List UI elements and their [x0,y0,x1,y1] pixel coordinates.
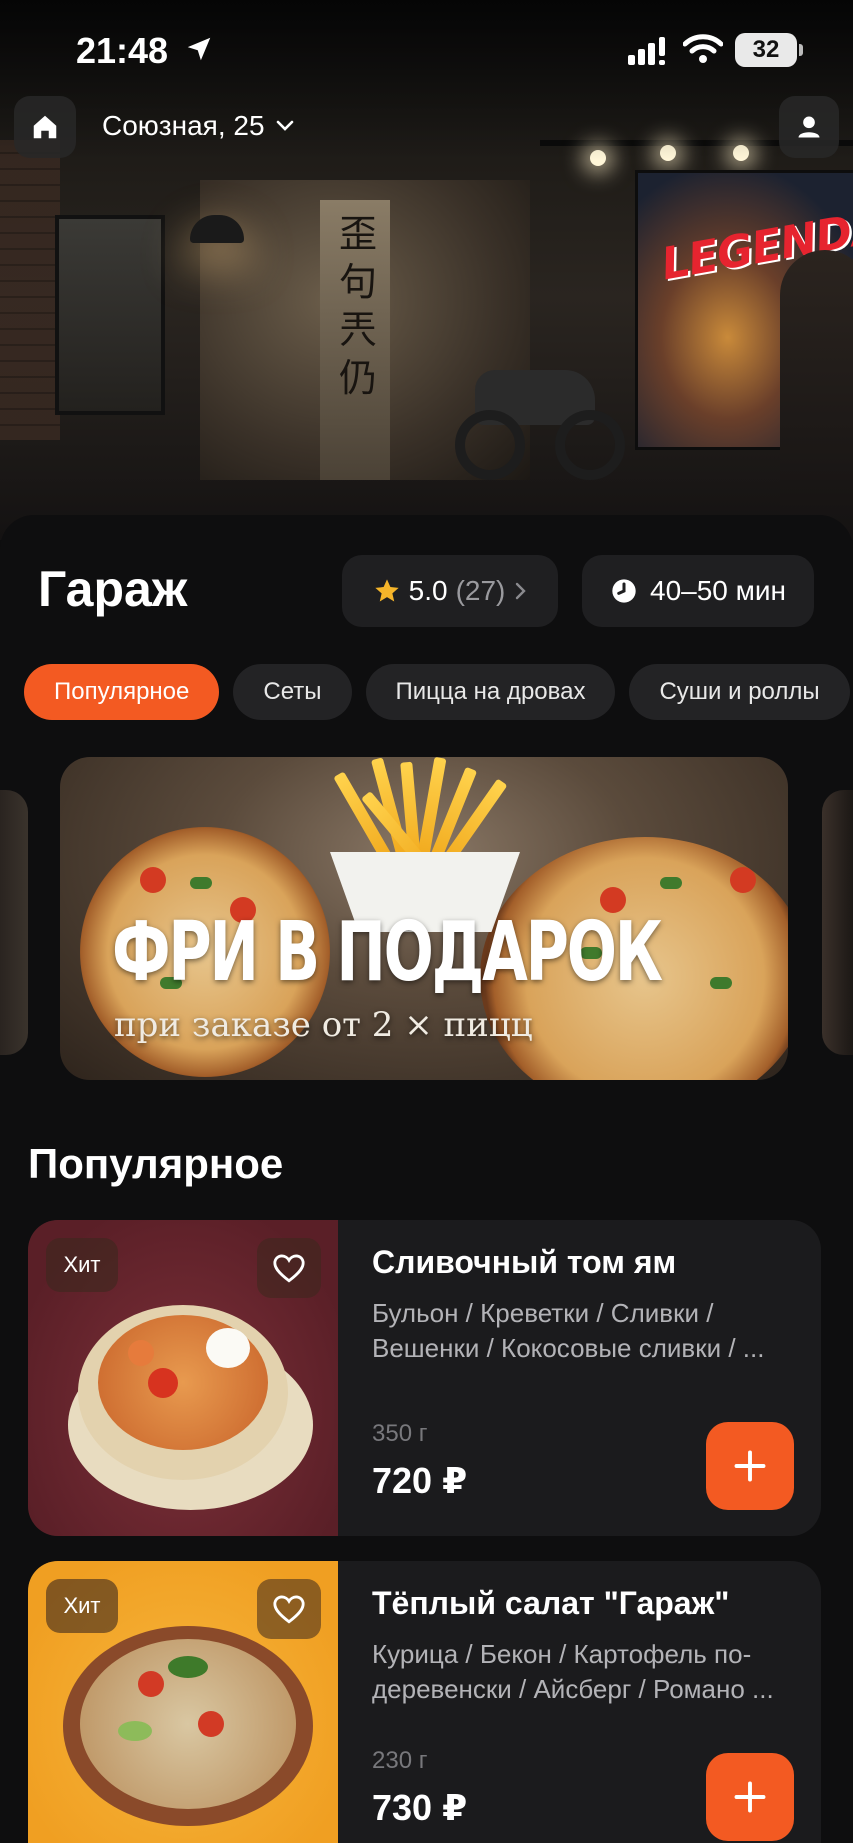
product-name: Сливочный том ям [372,1244,677,1280]
status-time: 21:48 [76,30,169,71]
star-icon [374,579,399,602]
banner-title: ФРИ В ПОДАРОК [112,905,663,1000]
address-selector[interactable]: Союзная, 25 [102,110,295,142]
address-label: Союзная, 25 [102,110,265,141]
category-tabs: Популярное Сеты Пицца на дровах Суши и р… [24,664,850,720]
heart-icon [273,1254,305,1283]
calligraphy: 歪 句 兲 仍 [338,212,377,400]
add-to-cart-button[interactable] [706,1422,794,1510]
clock-icon [612,579,636,603]
rating-button[interactable]: 5.0 (27) [342,555,558,627]
plus-icon [734,1450,766,1482]
rice [206,1328,250,1368]
motorcycle [455,330,625,480]
product-description: Курица / Бекон / Картофель по- деревенск… [372,1639,774,1704]
favorite-button[interactable] [257,1579,321,1639]
home-button[interactable] [14,96,76,158]
window [55,215,165,415]
user-icon [798,116,820,138]
restaurant-name: Гараж [38,561,188,617]
heart-icon [273,1595,305,1624]
section-title: Популярное [28,1140,284,1187]
tab-popular[interactable]: Популярное [24,664,220,720]
product-card[interactable]: Хит Тёплый салат "Гараж" Курица / Бекон … [28,1561,821,1843]
plus-icon [734,1781,766,1813]
add-to-cart-button[interactable] [706,1753,794,1841]
wifi-icon [683,34,723,63]
person [780,250,853,540]
tab-sushi-rolls[interactable]: Суши и роллы [629,664,850,720]
promo-banner[interactable]: ФРИ В ПОДАРОК при заказе от 2 × пицц [60,757,788,1080]
brick-wall [0,140,60,440]
home-icon [33,115,57,139]
delivery-time-button[interactable]: 40–50 мин [582,555,814,627]
delivery-time: 40–50 мин [650,575,786,606]
profile-button[interactable] [779,96,839,158]
banner-prev-peek[interactable] [0,790,28,1055]
rating-value: 5.0 [408,575,448,606]
location-arrow-icon [187,37,211,61]
review-count: (27) [455,575,506,606]
product-price: 730 ₽ [372,1787,468,1828]
tab-wood-pizza[interactable]: Пицца на дровах [365,664,616,720]
favorite-button[interactable] [257,1238,321,1298]
product-weight: 230 г [372,1747,428,1774]
product-card[interactable]: Хит Сливочный том ям Бульон / Креветки /… [28,1220,821,1536]
product-description: Бульон / Креветки / Сливки / Вешенки / К… [372,1298,765,1363]
hit-badge: Хит [46,1579,118,1633]
hit-badge: Хит [46,1238,118,1292]
product-price: 720 ₽ [372,1460,468,1501]
signal-icon [628,37,665,65]
chevron-down-icon [276,120,293,131]
battery-indicator: 32 [735,33,803,67]
status-bar: 21:48 32 [0,0,853,100]
product-weight: 350 г [372,1420,428,1447]
banner-subtitle: при заказе от 2 × пицц [114,1005,533,1045]
tab-sets[interactable]: Сеты [233,664,352,720]
chevron-right-icon [516,582,527,600]
banner-next-peek[interactable] [822,790,853,1055]
product-name: Тёплый салат "Гараж" [372,1585,730,1621]
